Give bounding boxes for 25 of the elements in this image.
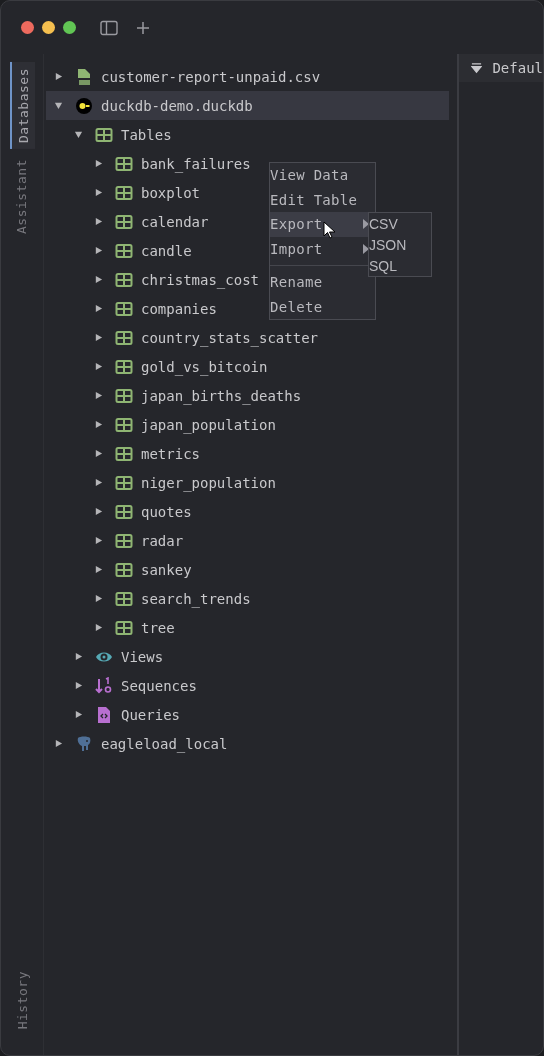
- tree-label: Queries: [121, 706, 180, 723]
- tree-label: metrics: [141, 445, 200, 462]
- tree-label: search_trends: [141, 590, 251, 607]
- tree-label: christmas_cost: [141, 271, 259, 288]
- tree-label: japan_births_deaths: [141, 387, 302, 404]
- tree-label: radar: [141, 532, 184, 549]
- tree-label: country_stats_scatter: [141, 329, 318, 346]
- tree-label: boxplot: [141, 184, 200, 201]
- tree-label: Tables: [121, 126, 172, 143]
- panel-title: Defaul: [492, 60, 543, 76]
- tree-label: Views: [121, 648, 164, 665]
- tree-label: tree: [141, 619, 175, 636]
- tree-label: gold_vs_bitcoin: [141, 358, 268, 375]
- tree-label: niger_population: [141, 474, 276, 491]
- tree-label: bank_failures: [141, 155, 251, 172]
- tree-label: candle: [141, 242, 192, 259]
- tree-label: duckdb-demo.duckdb: [101, 97, 253, 114]
- tree-label: calendar: [141, 213, 209, 230]
- tree-label: companies: [141, 300, 217, 317]
- tree-label: sankey: [141, 561, 192, 578]
- tree-label: quotes: [141, 503, 192, 520]
- tree-label: Sequences: [121, 677, 197, 694]
- tree-label: customer-report-unpaid.csv: [101, 68, 321, 85]
- tree-label: eagleload_local: [101, 735, 228, 752]
- tree-label: japan_population: [141, 416, 276, 433]
